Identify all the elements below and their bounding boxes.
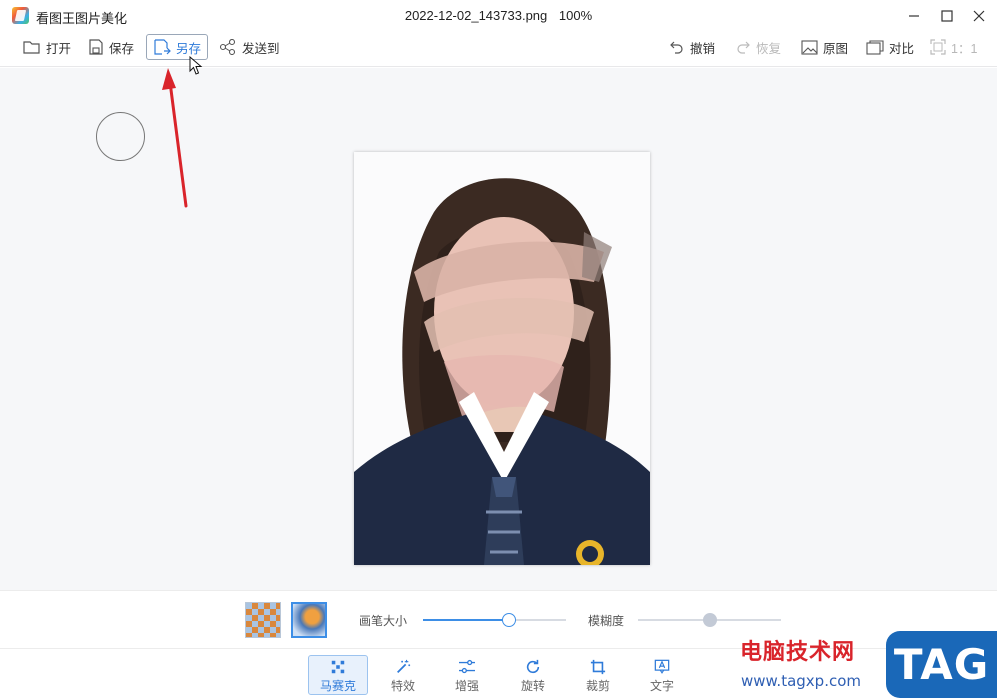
redo-button[interactable]: 恢复 <box>728 34 788 60</box>
title-bar: 看图王图片美化 2022-12-02_143733.png 100% <box>0 0 997 32</box>
mouse-pointer-icon <box>189 56 203 75</box>
compare-icon <box>866 39 884 55</box>
mosaic-style-thumb[interactable] <box>245 602 281 638</box>
compare-label: 对比 <box>889 41 915 56</box>
brush-cursor <box>96 112 145 161</box>
crop-icon <box>590 659 606 675</box>
tool-text-label: 文字 <box>649 679 674 693</box>
zoom-level: 100% <box>558 8 593 23</box>
undo-button[interactable]: 撤销 <box>662 34 722 60</box>
tool-mosaic-label: 马赛克 <box>319 679 356 693</box>
undo-label: 撤销 <box>690 41 716 56</box>
maximize-button[interactable] <box>931 4 963 28</box>
redo-icon <box>737 41 750 54</box>
magic-wand-icon <box>397 659 411 673</box>
tool-text[interactable]: 文字 <box>632 655 692 695</box>
blur-handle[interactable] <box>702 613 717 627</box>
send-to-label: 发送到 <box>242 41 280 56</box>
save-label: 保存 <box>109 41 135 56</box>
folder-icon <box>23 41 40 54</box>
photo[interactable] <box>354 152 650 565</box>
brush-size-handle[interactable] <box>501 613 516 627</box>
blur-label: 模糊度 <box>588 614 625 628</box>
save-as-label: 另存 <box>176 41 202 56</box>
close-icon <box>973 10 985 22</box>
sliders-icon <box>459 659 475 674</box>
portrait-image <box>354 152 650 565</box>
image-icon <box>801 39 818 55</box>
blur-slider[interactable] <box>638 613 781 627</box>
tool-crop-label: 裁剪 <box>585 679 610 693</box>
save-button[interactable]: 保存 <box>81 34 141 60</box>
fit-icon <box>930 39 946 55</box>
original-button[interactable]: 原图 <box>794 34 855 60</box>
save-icon <box>89 39 103 55</box>
minimize-button[interactable] <box>898 4 930 28</box>
original-label: 原图 <box>823 41 849 56</box>
send-to-button[interactable]: 发送到 <box>212 34 287 60</box>
open-button[interactable]: 打开 <box>16 34 78 60</box>
watermark-url: www.tagxp.com <box>741 672 861 690</box>
brush-size-slider[interactable] <box>423 613 566 627</box>
tool-enhance-label: 增强 <box>454 679 479 693</box>
save-as-icon <box>154 39 171 55</box>
minimize-icon <box>909 15 919 17</box>
tool-mosaic[interactable]: 马赛克 <box>308 655 368 695</box>
open-label: 打开 <box>46 41 72 56</box>
tool-rotate-label: 旋转 <box>520 679 545 693</box>
maximize-icon <box>941 10 953 22</box>
document-title: 2022-12-02_143733.png 100% <box>0 8 997 23</box>
rotate-icon <box>526 659 540 674</box>
tool-rotate[interactable]: 旋转 <box>503 655 563 695</box>
brush-style-thumb[interactable] <box>291 602 327 638</box>
watermark-badge: TAG <box>886 631 997 698</box>
watermark-site-name: 电脑技术网 <box>740 640 856 665</box>
brush-size-fill <box>423 619 509 621</box>
brush-size-label: 画笔大小 <box>359 614 408 628</box>
actual-size-button[interactable]: 1：1 <box>923 34 984 60</box>
mosaic-icon <box>331 660 345 674</box>
undo-icon <box>670 41 683 54</box>
redo-label: 恢复 <box>756 41 782 56</box>
tool-enhance[interactable]: 增强 <box>437 655 497 695</box>
tool-effects-label: 特效 <box>390 679 415 693</box>
share-icon <box>219 39 236 55</box>
site-watermark: 电脑技术网 www.tagxp.com TAG <box>738 631 997 698</box>
file-name: 2022-12-02_143733.png <box>404 8 548 23</box>
close-button[interactable] <box>963 4 995 28</box>
image-canvas[interactable] <box>0 68 997 590</box>
compare-button[interactable]: 对比 <box>859 34 921 60</box>
actual-size-label: 1：1 <box>951 41 978 56</box>
toolbar: 打开 保存 另存 发送到 撤销 恢复 原图 对比 1：1 <box>0 32 997 67</box>
tool-effects[interactable]: 特效 <box>373 655 433 695</box>
tool-crop[interactable]: 裁剪 <box>568 655 628 695</box>
text-icon <box>654 659 670 674</box>
